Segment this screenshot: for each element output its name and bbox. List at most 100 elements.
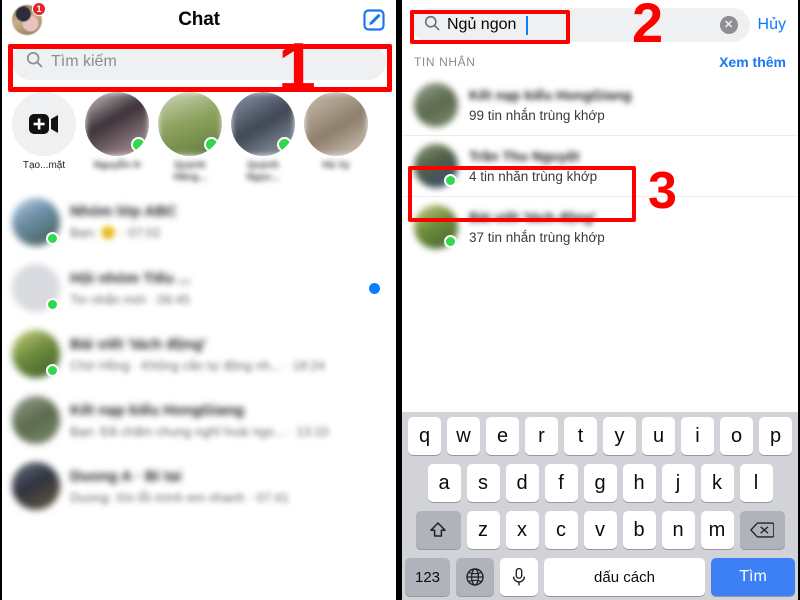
story-label: Tạo...mặt — [22, 160, 66, 171]
right-search-zone: Ngủ ngon ✕ Hủy — [402, 0, 798, 48]
keyboard-row-4: 123 dấu cách Tìm — [405, 558, 795, 596]
key-n[interactable]: n — [661, 511, 695, 549]
space-key[interactable]: dấu cách — [544, 558, 705, 596]
key-t[interactable]: t — [564, 417, 597, 455]
avatar — [12, 264, 60, 312]
result-name: Kết nạp kiểu HongGiang — [469, 87, 632, 103]
shift-arrow-icon[interactable] — [415, 511, 461, 549]
search-icon — [424, 15, 440, 36]
search-input[interactable]: Tìm kiếm — [12, 44, 386, 80]
chat-list-item[interactable]: Kết nạp kiểu HongGiang Bạn: Đã chấm chun… — [2, 387, 396, 453]
see-more-link[interactable]: Xem thêm — [719, 54, 786, 70]
chat-list-item[interactable]: Hội nhóm Tiếu ... Tin nhắn mới · 06:45 — [2, 255, 396, 321]
avatar — [12, 462, 60, 510]
chat-list-item[interactable]: Duong A · Bí tai Duong: Xin lỗi mình em … — [2, 453, 396, 519]
key-p[interactable]: p — [759, 417, 792, 455]
avatar — [414, 144, 458, 188]
story-avatar — [231, 92, 295, 156]
key-x[interactable]: x — [505, 511, 539, 549]
search-go-key[interactable]: Tìm — [711, 558, 795, 596]
keyboard-row-3: z x c v b n m — [405, 511, 795, 549]
result-match-count: 37 tin nhắn trùng khớp — [469, 230, 605, 245]
chat-list-item[interactable]: Nhóm lớp ABC Bạn: 🙂 · 07:02 — [2, 189, 396, 255]
key-d[interactable]: d — [505, 464, 539, 502]
key-q[interactable]: q — [408, 417, 441, 455]
page-title: Chat — [178, 9, 220, 30]
chat-name: Kết nạp kiểu HongGiang — [70, 401, 245, 419]
clear-circle-icon[interactable]: ✕ — [719, 16, 738, 34]
chat-header: 1 Chat — [2, 0, 396, 40]
search-result-row-2[interactable]: Trần Thu Nguyệt 4 tin nhắn trùng khớp — [402, 135, 798, 196]
online-indicator — [277, 137, 292, 152]
story-label: Quỳnh Hằng... — [173, 160, 207, 183]
chat-list: Nhóm lớp ABC Bạn: 🙂 · 07:02 Hội nhóm Tiế… — [2, 187, 396, 519]
avatar — [414, 205, 458, 249]
cancel-button[interactable]: Hủy — [758, 16, 788, 34]
online-indicator — [131, 137, 146, 152]
key-m[interactable]: m — [700, 511, 734, 549]
keyboard-row-1: q w e r t y u i o p — [405, 417, 795, 455]
messenger-search-panel: Ngủ ngon ✕ Hủy TIN NHẮN Xem thêm Kết nạp… — [402, 0, 798, 600]
chat-list-item[interactable]: Bài viết 'tách động' Chờ Hồng · Không cầ… — [2, 321, 396, 387]
screenshot-stage: 1 Chat Tìm kiếm Tạo...mặt Nguyễn H Quỳnh… — [0, 0, 800, 600]
online-indicator — [204, 137, 219, 152]
search-result-row[interactable]: Kết nạp kiểu HongGiang 99 tin nhắn trùng… — [402, 75, 798, 135]
story-label: Nguyễn H — [93, 160, 141, 171]
online-indicator — [444, 174, 457, 187]
key-e[interactable]: e — [486, 417, 519, 455]
result-match-count: 4 tin nhắn trùng khớp — [469, 169, 598, 184]
online-indicator — [46, 232, 59, 245]
story-item[interactable]: Nguyễn H — [85, 92, 149, 183]
result-match-count: 99 tin nhắn trùng khớp — [469, 108, 605, 123]
search-input[interactable]: Ngủ ngon ✕ — [412, 8, 750, 42]
key-y[interactable]: y — [603, 417, 636, 455]
key-r[interactable]: r — [525, 417, 558, 455]
key-a[interactable]: a — [427, 464, 461, 502]
chat-snippet: Duong: Xin lỗi mình em nhanh · 07:41 — [70, 489, 289, 505]
microphone-icon[interactable] — [500, 558, 538, 596]
keyboard-row-2: a s d f g h j k l — [405, 464, 795, 502]
create-room-video-icon — [12, 92, 76, 156]
chat-snippet: Bạn: Đã chấm chung nghĩ hoài ngo... · 13… — [70, 423, 329, 439]
key-g[interactable]: g — [583, 464, 617, 502]
messages-section-header: TIN NHẮN Xem thêm — [402, 48, 798, 75]
story-avatar — [158, 92, 222, 156]
avatar — [12, 330, 60, 378]
key-h[interactable]: h — [622, 464, 656, 502]
key-u[interactable]: u — [642, 417, 675, 455]
compose-icon[interactable] — [362, 8, 386, 32]
key-o[interactable]: o — [720, 417, 753, 455]
chat-name: Nhóm lớp ABC — [70, 203, 177, 220]
unread-indicator — [369, 282, 380, 294]
story-item[interactable]: Quỳnh Ngọc... — [231, 92, 295, 183]
key-b[interactable]: b — [622, 511, 656, 549]
key-c[interactable]: c — [544, 511, 578, 549]
key-f[interactable]: f — [544, 464, 578, 502]
globe-icon[interactable] — [456, 558, 494, 596]
key-v[interactable]: v — [583, 511, 617, 549]
online-indicator — [46, 298, 59, 311]
backspace-icon[interactable] — [739, 511, 785, 549]
key-w[interactable]: w — [447, 417, 480, 455]
story-avatar — [304, 92, 368, 156]
chat-name: Duong A · Bí tai — [70, 467, 182, 485]
key-j[interactable]: j — [661, 464, 695, 502]
key-l[interactable]: l — [739, 464, 773, 502]
story-item[interactable]: Hà Vy — [304, 92, 368, 183]
key-k[interactable]: k — [700, 464, 734, 502]
section-title: TIN NHẮN — [414, 55, 476, 69]
text-caret — [526, 15, 529, 35]
key-i[interactable]: i — [681, 417, 714, 455]
on-screen-keyboard: q w e r t y u i o p a s d f g h j k l z … — [402, 412, 798, 600]
search-results-list: Kết nạp kiểu HongGiang 99 tin nhắn trùng… — [402, 75, 798, 257]
story-create-room[interactable]: Tạo...mặt — [12, 92, 76, 183]
key-z[interactable]: z — [466, 511, 500, 549]
chat-name: Bài viết 'tách động' — [70, 335, 207, 353]
online-indicator — [444, 235, 457, 248]
stories-row[interactable]: Tạo...mặt Nguyễn H Quỳnh Hằng... Quỳnh N… — [2, 86, 396, 187]
profile-avatar[interactable]: 1 — [12, 2, 46, 35]
numbers-key[interactable]: 123 — [405, 558, 450, 596]
story-item[interactable]: Quỳnh Hằng... — [158, 92, 222, 183]
key-s[interactable]: s — [466, 464, 500, 502]
search-result-row[interactable]: Bài viết 'tách động' 37 tin nhắn trùng k… — [402, 196, 798, 257]
